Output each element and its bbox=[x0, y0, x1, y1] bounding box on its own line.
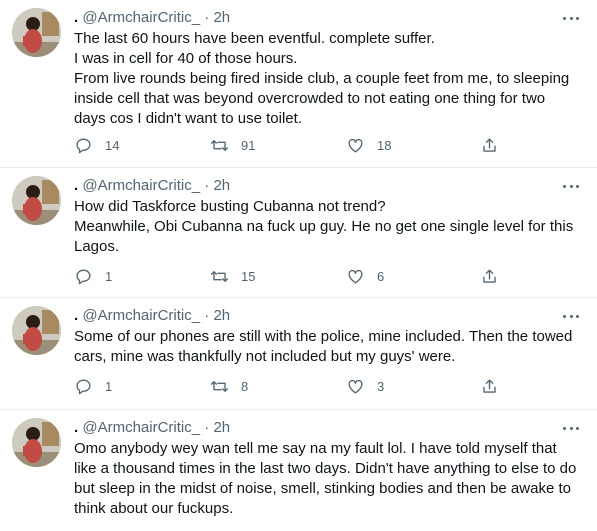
like-button[interactable]: 6 bbox=[346, 265, 384, 287]
tweet-text-line: Some of our phones are still with the po… bbox=[74, 328, 573, 345]
avatar[interactable] bbox=[12, 8, 61, 57]
timestamp[interactable]: 2h bbox=[213, 419, 230, 436]
tweet-text: Some of our phones are still with the po… bbox=[74, 327, 581, 367]
retweet-button[interactable]: 91 bbox=[210, 134, 255, 156]
reply-count: 1 bbox=[105, 378, 113, 394]
display-name[interactable]: . bbox=[74, 307, 78, 324]
tweet-thread: . @ArmchairCritic_ · 2h The last 60 hour… bbox=[0, 0, 597, 531]
timestamp[interactable]: 2h bbox=[213, 307, 230, 324]
tweet-text-line: think about our fuckups. bbox=[74, 500, 234, 517]
tweet-actions: 14 91 18 bbox=[74, 134, 514, 156]
retweet-icon bbox=[210, 270, 229, 282]
tweet-text-line: days cos I didn't want to use toilet. bbox=[74, 110, 302, 127]
handle[interactable]: @ArmchairCritic_ bbox=[82, 307, 200, 324]
tweet-text-line: like a thousand times in the last two da… bbox=[74, 460, 577, 477]
tweet-text-line: The last 60 hours have been eventful. co… bbox=[74, 30, 435, 47]
heart-icon bbox=[348, 138, 363, 153]
retweet-button[interactable]: 15 bbox=[210, 265, 255, 287]
like-button[interactable]: 18 bbox=[346, 134, 391, 156]
more-icon[interactable] bbox=[563, 8, 579, 28]
handle[interactable]: @ArmchairCritic_ bbox=[82, 419, 200, 436]
avatar[interactable] bbox=[12, 306, 61, 355]
reply-count: 14 bbox=[105, 137, 120, 153]
retweet-icon bbox=[210, 380, 229, 392]
share-button[interactable] bbox=[480, 134, 499, 156]
tweet-text: Omo anybody wey wan tell me say na my fa… bbox=[74, 439, 581, 519]
retweet-count: 15 bbox=[241, 268, 256, 284]
tweet-text-line: but sleep in the midst of noise, smell, … bbox=[74, 480, 571, 497]
share-icon bbox=[483, 137, 496, 152]
reply-count: 1 bbox=[105, 268, 113, 284]
like-count: 18 bbox=[377, 137, 392, 153]
tweet-text-line: Omo anybody wey wan tell me say na my fa… bbox=[74, 440, 557, 457]
tweet-text-line: From live rounds being fired inside club… bbox=[74, 70, 570, 87]
tweet-actions: 1 15 6 bbox=[74, 265, 514, 287]
tweet[interactable]: . @ArmchairCritic_ · 2h How did Taskforc… bbox=[0, 168, 597, 298]
more-icon[interactable] bbox=[563, 418, 579, 438]
tweet[interactable]: . @ArmchairCritic_ · 2h The last 60 hour… bbox=[0, 0, 597, 168]
share-icon bbox=[483, 268, 496, 283]
timestamp[interactable]: 2h bbox=[213, 9, 230, 26]
retweet-icon bbox=[210, 139, 229, 151]
tweet-text-line: How did Taskforce busting Cubanna not tr… bbox=[74, 198, 386, 215]
display-name[interactable]: . bbox=[74, 419, 78, 436]
tweet-text-line: inside cell that was beyond overcrowded … bbox=[74, 90, 546, 107]
reply-icon bbox=[76, 379, 91, 394]
tweet-text-line: Lagos. bbox=[74, 238, 120, 255]
separator: · bbox=[204, 419, 210, 436]
reply-button[interactable]: 14 bbox=[74, 134, 119, 156]
display-name[interactable]: . bbox=[74, 177, 78, 194]
heart-icon bbox=[348, 269, 363, 284]
tweet-content: . @ArmchairCritic_ · 2h Omo anybody wey … bbox=[74, 418, 581, 519]
tweet-text-line: I was in cell for 40 of those hours. bbox=[74, 50, 298, 67]
tweet-actions: 1 8 3 bbox=[74, 375, 514, 397]
tweet-text-line: cars, mine was thankfully not included b… bbox=[74, 348, 456, 365]
share-icon bbox=[483, 378, 496, 393]
tweet-header: . @ArmchairCritic_ · 2h bbox=[74, 176, 581, 196]
tweet-text-line: Meanwhile, Obi Cubanna na fuck up guy. H… bbox=[74, 218, 574, 235]
like-button[interactable]: 3 bbox=[346, 375, 384, 397]
tweet-header: . @ArmchairCritic_ · 2h bbox=[74, 418, 581, 438]
retweet-count: 91 bbox=[241, 137, 256, 153]
display-name[interactable]: . bbox=[74, 9, 78, 26]
reply-icon bbox=[76, 269, 91, 284]
tweet-text: How did Taskforce busting Cubanna not tr… bbox=[74, 197, 581, 257]
share-button[interactable] bbox=[480, 375, 499, 397]
separator: · bbox=[204, 307, 210, 324]
tweet-content: . @ArmchairCritic_ · 2h How did Taskforc… bbox=[74, 176, 581, 257]
retweet-button[interactable]: 8 bbox=[210, 375, 248, 397]
more-icon[interactable] bbox=[563, 176, 579, 196]
retweet-count: 8 bbox=[241, 378, 249, 394]
tweet[interactable]: . @ArmchairCritic_ · 2h Omo anybody wey … bbox=[0, 410, 597, 531]
handle[interactable]: @ArmchairCritic_ bbox=[82, 177, 200, 194]
avatar[interactable] bbox=[12, 176, 61, 225]
separator: · bbox=[204, 9, 210, 26]
avatar[interactable] bbox=[12, 418, 61, 467]
reply-button[interactable]: 1 bbox=[74, 375, 112, 397]
tweet[interactable]: . @ArmchairCritic_ · 2h Some of our phon… bbox=[0, 298, 597, 410]
tweet-content: . @ArmchairCritic_ · 2h Some of our phon… bbox=[74, 306, 581, 367]
handle[interactable]: @ArmchairCritic_ bbox=[82, 9, 200, 26]
tweet-header: . @ArmchairCritic_ · 2h bbox=[74, 8, 581, 28]
reply-button[interactable]: 1 bbox=[74, 265, 112, 287]
heart-icon bbox=[348, 379, 363, 394]
like-count: 3 bbox=[377, 378, 385, 394]
separator: · bbox=[204, 177, 210, 194]
more-icon[interactable] bbox=[563, 306, 579, 326]
like-count: 6 bbox=[377, 268, 385, 284]
reply-icon bbox=[76, 138, 91, 153]
tweet-header: . @ArmchairCritic_ · 2h bbox=[74, 306, 581, 326]
tweet-text: The last 60 hours have been eventful. co… bbox=[74, 29, 581, 129]
timestamp[interactable]: 2h bbox=[213, 177, 230, 194]
tweet-content: . @ArmchairCritic_ · 2h The last 60 hour… bbox=[74, 8, 581, 129]
share-button[interactable] bbox=[480, 265, 499, 287]
